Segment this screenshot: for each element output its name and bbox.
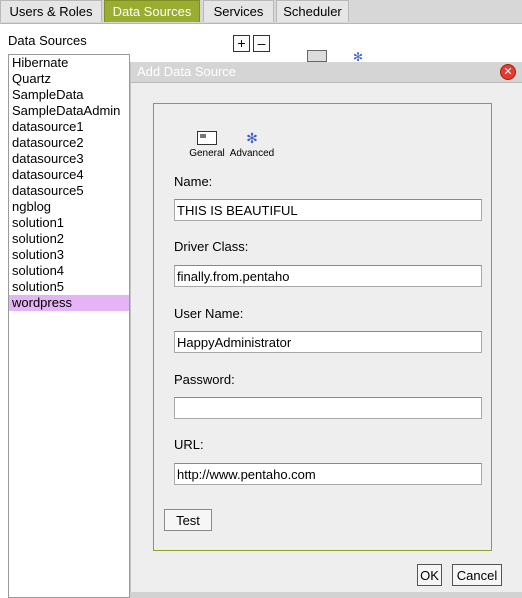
list-item[interactable]: datasource3 bbox=[9, 151, 129, 167]
list-item[interactable]: solution4 bbox=[9, 263, 129, 279]
list-item[interactable]: datasource1 bbox=[9, 119, 129, 135]
url-field[interactable] bbox=[174, 463, 482, 485]
driver-class-field[interactable] bbox=[174, 265, 482, 287]
tab-users-roles[interactable]: Users & Roles bbox=[0, 0, 102, 22]
remove-datasource-button[interactable]: – bbox=[253, 35, 270, 52]
dialog-title: Add Data Source bbox=[137, 64, 237, 79]
gear-icon: ✻ bbox=[246, 130, 258, 146]
tab-general-label: General bbox=[189, 148, 225, 159]
ok-button[interactable]: OK bbox=[417, 564, 442, 586]
general-icon bbox=[197, 131, 217, 145]
main-tab-bar: Users & Roles Data Sources Services Sche… bbox=[0, 0, 522, 24]
tab-data-sources[interactable]: Data Sources bbox=[104, 0, 200, 22]
tab-services[interactable]: Services bbox=[203, 0, 274, 22]
close-icon[interactable]: ✕ bbox=[500, 64, 516, 80]
tab-general[interactable]: General bbox=[183, 131, 231, 159]
user-name-field[interactable] bbox=[174, 331, 482, 353]
list-item[interactable]: Quartz bbox=[9, 71, 129, 87]
list-item[interactable]: solution2 bbox=[9, 231, 129, 247]
list-item[interactable]: SampleData bbox=[9, 87, 129, 103]
user-name-label: User Name: bbox=[174, 306, 244, 321]
bottom-scrollbar[interactable] bbox=[130, 592, 522, 598]
list-item[interactable]: datasource2 bbox=[9, 135, 129, 151]
driver-class-label: Driver Class: bbox=[174, 239, 249, 254]
dialog-content-panel: General ✻ Advanced Name: Driver Class: U… bbox=[153, 103, 492, 551]
list-item[interactable]: SampleDataAdmin bbox=[9, 103, 129, 119]
list-item[interactable]: Hibernate bbox=[9, 55, 129, 71]
list-item[interactable]: datasource5 bbox=[9, 183, 129, 199]
name-label: Name: bbox=[174, 174, 213, 189]
url-label: URL: bbox=[174, 437, 204, 452]
add-data-source-dialog: Add Data Source ✕ General ✻ Advanced Nam… bbox=[130, 62, 522, 598]
list-item[interactable]: ngblog bbox=[9, 199, 129, 215]
tab-advanced[interactable]: ✻ Advanced bbox=[225, 130, 279, 160]
list-item[interactable]: datasource4 bbox=[9, 167, 129, 183]
data-source-list[interactable]: Hibernate Quartz SampleData SampleDataAd… bbox=[8, 54, 130, 598]
list-item[interactable]: solution1 bbox=[9, 215, 129, 231]
password-field[interactable] bbox=[174, 397, 482, 419]
name-field[interactable] bbox=[174, 199, 482, 221]
general-icon bbox=[307, 50, 327, 62]
cancel-button[interactable]: Cancel bbox=[452, 564, 502, 586]
data-sources-title: Data Sources bbox=[8, 33, 87, 48]
test-button[interactable]: Test bbox=[164, 509, 212, 531]
password-label: Password: bbox=[174, 372, 235, 387]
tab-scheduler[interactable]: Scheduler bbox=[276, 0, 349, 22]
list-item[interactable]: solution3 bbox=[9, 247, 129, 263]
list-item[interactable]: solution5 bbox=[9, 279, 129, 295]
add-datasource-button[interactable]: + bbox=[233, 35, 250, 52]
dialog-titlebar[interactable]: Add Data Source ✕ bbox=[131, 62, 522, 83]
tab-advanced-label: Advanced bbox=[229, 148, 275, 159]
list-item-selected[interactable]: wordpress bbox=[9, 295, 129, 311]
